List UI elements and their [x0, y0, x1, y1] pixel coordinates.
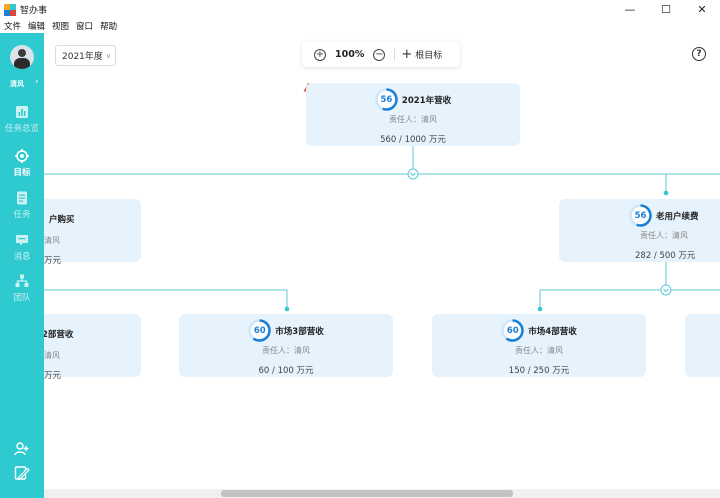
- menu-view[interactable]: 视图: [52, 20, 69, 32]
- goal-owner: 清风: [44, 351, 60, 360]
- app-logo-icon: [4, 3, 16, 16]
- menu-help[interactable]: 帮助: [100, 20, 117, 32]
- goal-amount: 60 / 100 万元: [258, 366, 314, 376]
- progress-ring: 56: [629, 204, 652, 227]
- goal-owner: 责任人：清风: [515, 346, 563, 355]
- goal-title: 市场3部营收: [275, 326, 324, 337]
- goal-owner: 责任人：清风: [640, 231, 688, 240]
- sidebar-item-team[interactable]: 团队: [0, 274, 44, 303]
- goal-node-root[interactable]: 56 2021年营收 责任人：清风 560 / 1000 万元: [306, 83, 520, 146]
- sidebar-item-label: 团队: [13, 293, 31, 303]
- progress-ring: 60: [501, 319, 525, 342]
- add-root-goal-label: 根目标: [415, 51, 443, 61]
- app-window: 智办事 — ☐ ✕ 文件 编辑 视图 窗口 帮助 清风 › 任务总览 目标 任务…: [0, 0, 720, 498]
- close-button[interactable]: ✕: [684, 0, 720, 19]
- goal-owner: 清风: [44, 236, 60, 245]
- maximize-button[interactable]: ☐: [648, 0, 684, 19]
- minimize-button[interactable]: —: [612, 0, 648, 19]
- sidebar-item-goals[interactable]: 目标: [0, 149, 44, 178]
- chevron-down-icon: ∨: [105, 51, 112, 60]
- title-bar: 智办事 — ☐ ✕: [0, 0, 720, 19]
- horizontal-scrollbar[interactable]: [44, 489, 720, 498]
- target-icon: [15, 149, 29, 163]
- message-icon: [15, 233, 29, 247]
- document-icon: [15, 191, 29, 205]
- add-root-goal-button[interactable]: + 根目标: [401, 48, 442, 61]
- goal-amount: 万元: [44, 256, 62, 266]
- divider: [394, 48, 396, 61]
- goal-owner: 责任人：清风: [262, 346, 310, 355]
- goal-title: 2部营收: [44, 330, 74, 340]
- goal-amount: 万元: [44, 371, 62, 381]
- bar-chart-icon: [15, 105, 29, 119]
- goal-amount: 560 / 1000 万元: [380, 135, 446, 145]
- goal-node-market4[interactable]: 60 市场4部营收 责任人：清风 150 / 250 万元: [432, 314, 646, 377]
- goal-title: 2021年营收: [401, 95, 452, 106]
- menu-file[interactable]: 文件: [4, 20, 21, 32]
- goal-node-market5[interactable]: [685, 314, 720, 377]
- collapse-old-users-icon[interactable]: [660, 284, 672, 296]
- goal-node-market3[interactable]: 60 市场3部营收 责任人：清风 60 / 100 万元: [179, 314, 393, 377]
- add-user-icon[interactable]: [14, 441, 30, 457]
- sidebar-item-messages[interactable]: 消息: [0, 233, 44, 262]
- sidebar-item-label: 任务: [13, 210, 31, 220]
- zoom-in-button[interactable]: +: [314, 48, 326, 61]
- goal-tree-canvas[interactable]: 2021年度 ∨ + 100% − + 根目标 ? 56 2021年营收 责任人…: [44, 33, 720, 498]
- sidebar-item-overview[interactable]: 任务总览: [0, 105, 44, 134]
- menu-bar: 文件 编辑 视图 窗口 帮助: [0, 19, 720, 33]
- zoom-out-button[interactable]: −: [373, 48, 386, 61]
- goal-title: 市场4部营收: [528, 326, 577, 337]
- chevron-right-icon[interactable]: ›: [35, 77, 39, 87]
- sidebar-item-label: 任务总览: [4, 124, 39, 134]
- goal-amount: 150 / 250 万元: [508, 366, 570, 376]
- goal-node-old-users[interactable]: 56 老用户续费 责任人：清风 282 / 500 万元: [559, 199, 720, 262]
- progress-ring: 60: [248, 319, 272, 342]
- progress-ring: 56: [375, 88, 398, 111]
- goal-title: 老用户续费: [656, 211, 699, 222]
- year-select-value: 2021年度: [62, 52, 103, 62]
- zoom-level: 100%: [335, 49, 365, 60]
- team-icon: [15, 274, 29, 288]
- goal-node-market2[interactable]: 2部营收 清风 万元: [44, 314, 141, 381]
- user-name[interactable]: 清风: [10, 79, 24, 89]
- menu-window[interactable]: 窗口: [76, 20, 93, 32]
- app-title: 智办事: [20, 6, 48, 16]
- menu-edit[interactable]: 编辑: [28, 20, 45, 32]
- sidebar-item-label: 消息: [13, 252, 31, 262]
- year-select[interactable]: 2021年度 ∨: [55, 45, 116, 66]
- avatar[interactable]: [10, 45, 34, 69]
- scrollbar-thumb[interactable]: [221, 490, 513, 497]
- sidebar: 清风 › 任务总览 目标 任务 消息 团队: [0, 33, 44, 498]
- help-icon[interactable]: ?: [692, 47, 706, 61]
- goal-node-new-users[interactable]: 户购买 清风 万元: [44, 199, 141, 266]
- zoom-toolbar: + 100% − + 根目标: [302, 42, 460, 67]
- goal-owner: 责任人：清风: [389, 115, 437, 124]
- goal-amount: 282 / 500 万元: [635, 251, 696, 261]
- plus-icon: +: [401, 47, 413, 62]
- edit-icon[interactable]: [14, 465, 30, 481]
- collapse-root-icon[interactable]: [407, 168, 419, 180]
- goal-title: 户购买: [49, 215, 75, 225]
- sidebar-item-tasks[interactable]: 任务: [0, 191, 44, 220]
- sidebar-item-label: 目标: [13, 168, 31, 178]
